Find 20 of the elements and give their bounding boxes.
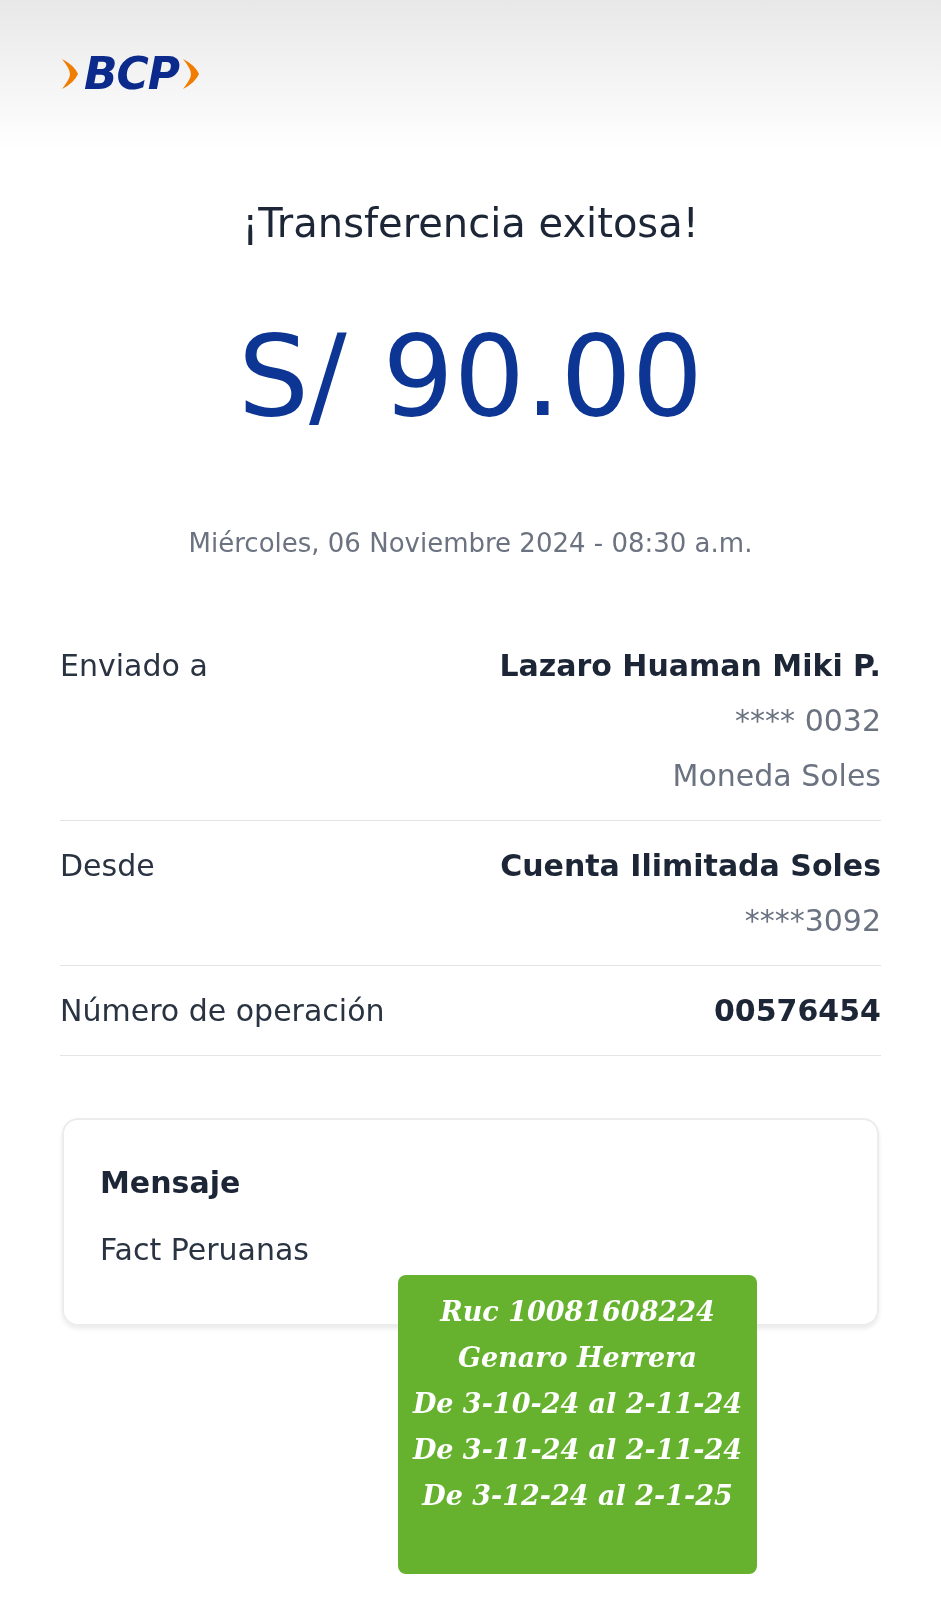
note-line: Genaro Herrera [457, 1341, 697, 1375]
message-title: Mensaje [100, 1164, 242, 1202]
detail-value: **** 0032 [735, 702, 881, 740]
note-line: De 3-12-24 al 2-1-25 [422, 1479, 733, 1513]
detail-label: Desde [60, 847, 155, 885]
note-line: Ruc 10081608224 [440, 1295, 715, 1329]
success-title: ¡Transferencia exitosa! [242, 199, 699, 248]
detail-label: Número de operación [60, 992, 385, 1030]
detail-value: Cuenta Ilimitada Soles [500, 847, 881, 885]
amount: S/ 90.00 [237, 320, 704, 432]
date-time: Miércoles, 06 Noviembre 2024 - 08:30 a.m. [188, 527, 753, 560]
detail-value: ****3092 [744, 902, 881, 940]
note-line: De 3-11-24 al 2-11-24 [412, 1433, 743, 1467]
bank-logo: BCP [84, 52, 179, 96]
message-text: Fact Peruanas [100, 1231, 310, 1269]
detail-value: Moneda Soles [672, 757, 881, 795]
detail-value: Lazaro Huaman Miki P. [499, 647, 881, 685]
detail-value: 00576454 [714, 992, 881, 1030]
note-line: De 3-10-24 al 2-11-24 [412, 1387, 743, 1421]
detail-label: Enviado a [60, 647, 208, 685]
